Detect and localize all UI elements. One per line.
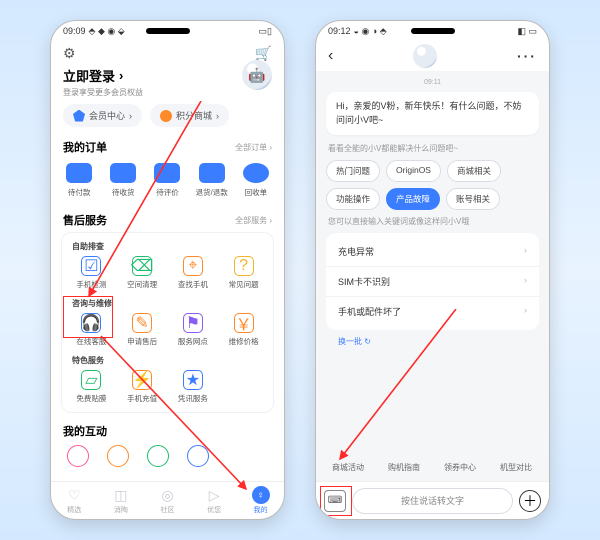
back-button[interactable]: ‹ [328, 47, 333, 65]
status-bar: 09:09 ⬘ ◆ ◉ ⬙ ▭▯ [51, 21, 284, 41]
hint-capabilities: 看看全能的小V都能解决什么问题吧~ [328, 143, 539, 154]
more-icon[interactable]: ··· [517, 48, 537, 64]
chip-function[interactable]: 功能操作 [326, 188, 380, 210]
bot-avatar[interactable] [413, 44, 437, 68]
svc-faq[interactable]: ?常见问题 [218, 256, 269, 290]
svc-online-support[interactable]: 🎧在线客服 [66, 313, 117, 347]
interact-1[interactable] [67, 445, 89, 467]
orders-more[interactable]: 全部订单 › [235, 142, 272, 153]
svc-find-phone[interactable]: ⌖查找手机 [168, 256, 219, 290]
svc-repair-price[interactable]: ￥维修价格 [218, 313, 269, 347]
quick-more[interactable]: 以 [548, 458, 549, 477]
service-title: 售后服务 [63, 212, 107, 228]
quick-buy-guide[interactable]: 购机指南 [380, 458, 428, 477]
svc-pingxun[interactable]: ★凭讯服务 [168, 370, 219, 404]
chevron-right-icon: › [119, 68, 123, 83]
phone-left: 09:09 ⬘ ◆ ◉ ⬙ ▭▯ ⚙ 🛒 立即登录 › 登录享受更多会员权益 🤖… [50, 20, 285, 520]
login-block[interactable]: 立即登录 › 登录享受更多会员权益 🤖 [51, 62, 284, 104]
chip-hot[interactable]: 热门问题 [326, 160, 380, 182]
chip-product-issue[interactable]: 产品故障 [386, 188, 440, 210]
quick-links: 商城活动 购机指南 领券中心 机型对比 以 [316, 458, 549, 477]
order-refund[interactable]: 退货/退款 [190, 163, 234, 198]
order-recycle[interactable]: 回收单 [234, 163, 278, 198]
chat-timestamp: 09:11 [326, 79, 539, 86]
tab-video[interactable]: ▷优您 [191, 482, 238, 519]
interaction-title: 我的互动 [63, 423, 107, 439]
orders-title: 我的订单 [63, 139, 107, 155]
bot-greeting-bubble: Hi，亲爱的V粉，新年快乐！有什么问题，不妨问问小V吧~ [326, 92, 539, 135]
phone-right: 09:12 ◒ ◉ ◑ ⬘ ◧ ▭ ‹ ··· 09:11 Hi，亲爱的V粉，新… [315, 20, 550, 520]
interact-2[interactable] [107, 445, 129, 467]
svc-space-clean[interactable]: ⌫空间清理 [117, 256, 168, 290]
chat-input-bar: ⌨ 按住说话转文字 ＋ [316, 481, 549, 519]
svc-phone-check[interactable]: ☑手机检测 [66, 256, 117, 290]
faq-charging[interactable]: 充电异常 [326, 237, 539, 266]
pill-member-center[interactable]: 会员中心 › [63, 104, 142, 127]
svc-service-point[interactable]: ⚑服务网点 [168, 313, 219, 347]
service-box: 自助排查 ☑手机检测 ⌫空间清理 ⌖查找手机 ?常见问题 咨询与维修 🎧在线客服… [61, 232, 274, 413]
faq-sim[interactable]: SIM卡不识别 [326, 266, 539, 296]
chip-account[interactable]: 账号相关 [446, 188, 500, 210]
quick-mall-activity[interactable]: 商城活动 [324, 458, 372, 477]
hint-keywords: 您可以直接输入关键词或像这样问小V哦 [328, 216, 539, 227]
status-bar: 09:12 ◒ ◉ ◑ ⬘ ◧ ▭ [316, 21, 549, 41]
voice-input[interactable]: 按住说话转文字 [352, 488, 513, 514]
chat-area: 09:11 Hi，亲爱的V粉，新年快乐！有什么问题，不妨问问小V吧~ 看看全能的… [316, 71, 549, 481]
service-more[interactable]: 全部服务 › [235, 215, 272, 226]
order-pending-pay[interactable]: 待付款 [57, 163, 101, 198]
tab-mine[interactable]: ♀我的 [237, 482, 284, 519]
svc-recharge[interactable]: ⚡手机充值 [117, 370, 168, 404]
interact-4[interactable] [187, 445, 209, 467]
order-pending-review[interactable]: 待评价 [145, 163, 189, 198]
attach-plus-icon[interactable]: ＋ [519, 490, 541, 512]
svc-free-film[interactable]: ▱免费贴膜 [66, 370, 117, 404]
interact-3[interactable] [147, 445, 169, 467]
tab-bar: ♡精选 ◫消陶 ◎社区 ▷优您 ♀我的 [51, 481, 284, 519]
tab-shop[interactable]: ◫消陶 [98, 482, 145, 519]
svc-apply-after[interactable]: ✎申请售后 [117, 313, 168, 347]
settings-icon[interactable]: ⚙ [63, 45, 76, 62]
topic-chips: 热门问题 OriginOS 商城相关 功能操作 产品故障 账号相关 [326, 160, 539, 210]
quick-compare[interactable]: 机型对比 [492, 458, 540, 477]
faq-list: 充电异常 SIM卡不识别 手机或配件坏了 [326, 233, 539, 330]
tab-community[interactable]: ◎社区 [144, 482, 191, 519]
refresh-faq[interactable]: 换一批 ↻ [326, 330, 539, 353]
pill-points-mall[interactable]: 积分商城 › [150, 104, 229, 127]
order-pending-ship[interactable]: 待收货 [101, 163, 145, 198]
faq-broken[interactable]: 手机或配件坏了 [326, 296, 539, 326]
chip-originos[interactable]: OriginOS [386, 160, 441, 182]
quick-coupon[interactable]: 领券中心 [436, 458, 484, 477]
chip-mall[interactable]: 商城相关 [447, 160, 501, 182]
avatar[interactable]: 🤖 [242, 60, 272, 90]
keyboard-toggle-icon[interactable]: ⌨ [324, 490, 346, 512]
tab-home[interactable]: ♡精选 [51, 482, 98, 519]
